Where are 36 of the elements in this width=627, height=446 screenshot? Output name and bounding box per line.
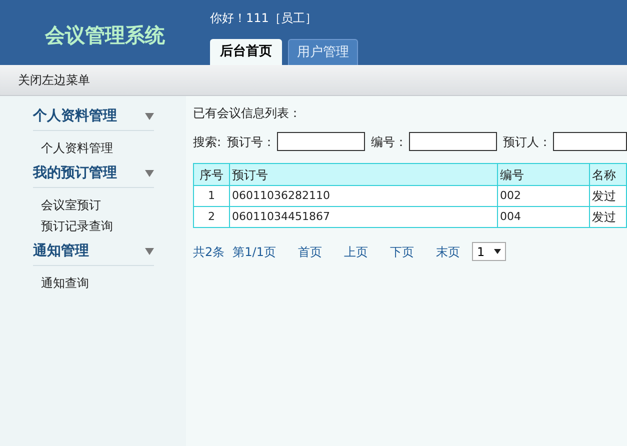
toggle-menu-link[interactable]: 关闭左边菜单 [18,71,90,89]
table-cell: 发过 [590,207,627,227]
table-cell: 2 [194,207,230,227]
search-label: 搜索: [193,134,222,150]
greeting-text: 你好！111［员工］ [210,10,318,27]
table-cell: 发过 [590,186,627,206]
list-heading: 已有会议信息列表： [193,105,302,122]
column-header: 名称 [590,164,627,185]
field-label: 预订号： [227,134,276,150]
page-info: 第1/1页 [232,244,276,260]
table-cell: 002 [498,186,590,206]
sidebar-item[interactable]: 预订记录查询 [41,217,154,235]
sidebar-item[interactable]: 个人资料管理 [41,139,154,157]
column-header: 编号 [498,164,590,185]
page-link[interactable]: 下页 [390,242,414,260]
column-header: 序号 [194,164,230,185]
table-cell: 1 [194,186,230,206]
page-link[interactable]: 上页 [344,242,368,260]
field-label: 预订人： [503,134,552,150]
sidebar-item[interactable]: 会议室预订 [41,196,154,214]
table-cell: 004 [498,207,590,227]
sidebar-group[interactable]: 我的预订管理 [33,163,154,188]
total-count: 共2条 [193,244,225,260]
table-cell: 06011034451867 [230,207,498,227]
page-link[interactable]: 首页 [298,242,322,260]
sidebar-item[interactable]: 通知查询 [41,274,154,292]
table-cell: 06011036282110 [230,186,498,206]
sidebar-group[interactable]: 通知管理 [33,241,154,266]
nav-tab[interactable]: 后台首页 [210,39,282,65]
page-select[interactable]: 1 [472,242,506,261]
field-label: 编号： [371,134,408,150]
column-header: 预订号 [230,164,498,185]
sidebar-group[interactable]: 个人资料管理 [33,106,154,131]
nav-tab[interactable]: 用户管理 [288,39,358,65]
app-title: 会议管理系统 [45,22,165,48]
page-link[interactable]: 末页 [436,242,460,260]
